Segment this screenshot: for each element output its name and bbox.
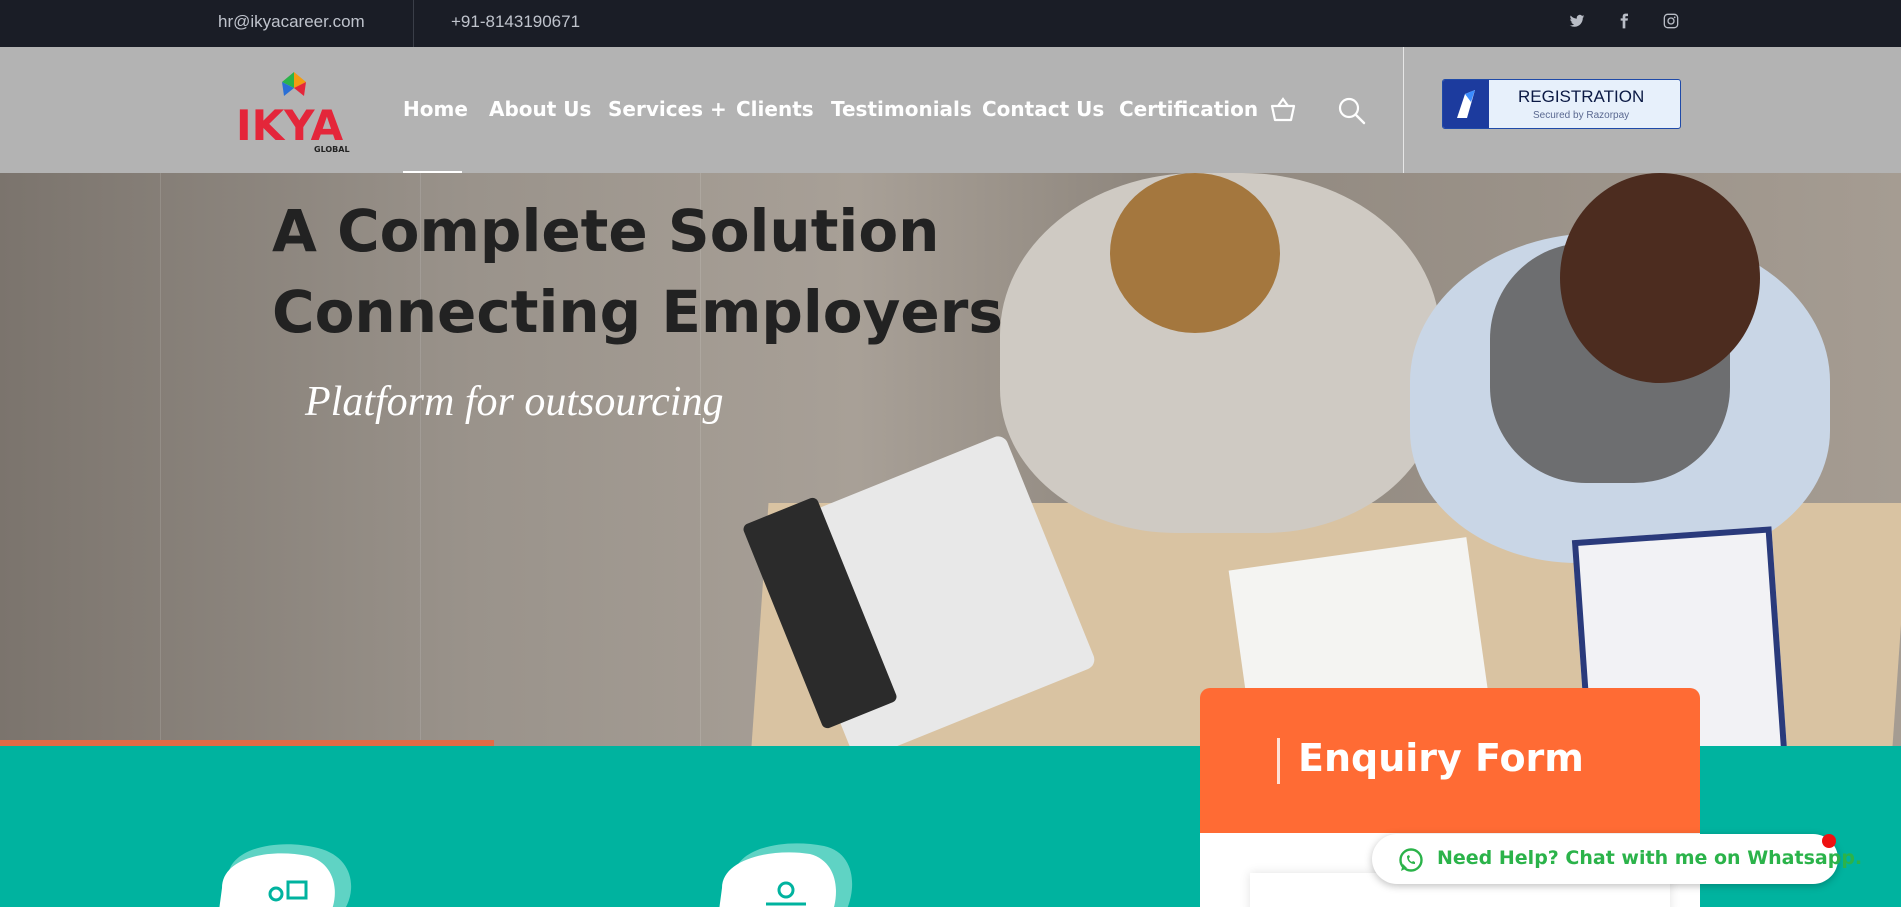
search-icon[interactable] [1336, 95, 1366, 125]
nav-about-us[interactable]: About Us [489, 97, 591, 121]
hero-slider: A Complete Solution Connecting Employers… [0, 173, 1901, 746]
razorpay-logo-icon [1443, 80, 1489, 128]
hero-headline-line1: A Complete Solution [272, 197, 940, 265]
hero-headline: A Complete Solution Connecting Employers [272, 191, 1003, 353]
contact-email[interactable]: hr@ikyacareer.com [218, 12, 365, 32]
registration-subtitle: Secured by Razorpay [1533, 110, 1630, 121]
facebook-icon[interactable] [1614, 13, 1634, 33]
nav-services[interactable]: Services + [608, 97, 727, 121]
whatsapp-chat-button[interactable]: Need Help? Chat with me on Whatsapp. [1372, 834, 1862, 884]
nav-certification[interactable]: Certification [1119, 97, 1258, 121]
contact-phone[interactable]: +91-8143190671 [451, 12, 580, 32]
enquiry-form-title: Enquiry Form [1298, 736, 1584, 780]
nav-contact-us[interactable]: Contact Us [982, 97, 1104, 121]
enquiry-form-header: Enquiry Form [1200, 688, 1700, 833]
nav-home[interactable]: Home [403, 97, 468, 121]
ikya-logo[interactable]: IKYA GLOBAL [232, 70, 357, 154]
enquiry-title-bar [1277, 738, 1280, 784]
svg-text:GLOBAL: GLOBAL [314, 145, 350, 154]
hero-tagline: Platform for outsourcing [305, 379, 724, 425]
nav-clients[interactable]: Clients [736, 97, 814, 121]
whatsapp-chat-label: Need Help? Chat with me on Whatsapp. [1437, 847, 1863, 869]
registration-button[interactable]: REGISTRATION Secured by Razorpay [1442, 79, 1681, 129]
instagram-icon[interactable] [1661, 13, 1681, 33]
wall-panel-line [160, 173, 161, 746]
notification-dot [1822, 834, 1836, 848]
hero-headline-line2: Connecting Employers [272, 278, 1003, 346]
topbar-divider [413, 0, 414, 47]
cart-icon[interactable] [1268, 95, 1298, 125]
feature-card-2[interactable] [714, 838, 854, 907]
whatsapp-icon [1398, 847, 1424, 873]
header-separator [1403, 47, 1404, 173]
top-bar: hr@ikyacareer.com +91-8143190671 [0, 0, 1901, 47]
nav-testimonials[interactable]: Testimonials [831, 97, 972, 121]
feature-card-1[interactable] [218, 838, 358, 907]
hero-photo-hair-right [1560, 173, 1760, 383]
hero-photo-hair-left [1110, 173, 1280, 333]
twitter-icon[interactable] [1567, 13, 1587, 33]
svg-text:IKYA: IKYA [236, 101, 344, 150]
registration-title: REGISTRATION [1518, 87, 1645, 106]
